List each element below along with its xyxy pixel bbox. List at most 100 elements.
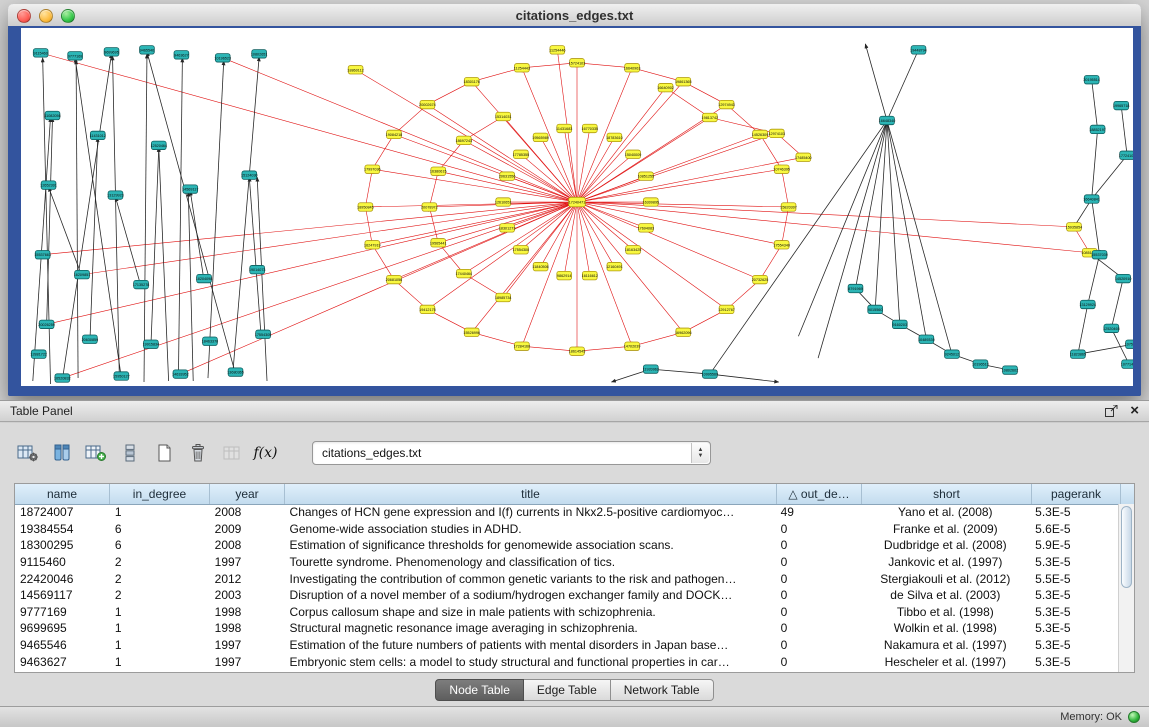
- graph-node[interactable]: 11082056: [44, 111, 60, 119]
- cell[interactable]: 5.3E-5: [1030, 588, 1119, 602]
- graph-node[interactable]: 17785355: [513, 150, 530, 158]
- table-row[interactable]: 1938455462009Genome-wide association stu…: [15, 521, 1119, 538]
- vertical-scrollbar[interactable]: [1118, 504, 1134, 672]
- graph-node[interactable]: 9699695: [104, 48, 119, 56]
- cell[interactable]: 0: [776, 621, 861, 635]
- close-panel-icon[interactable]: ×: [1130, 404, 1139, 418]
- graph-node[interactable]: 19965718: [1113, 101, 1130, 109]
- tab-network-table[interactable]: Network Table: [611, 679, 714, 701]
- graph-node[interactable]: 13129923: [107, 191, 124, 199]
- minimize-button[interactable]: [39, 9, 53, 23]
- graph-node[interactable]: 10746395: [773, 165, 790, 173]
- graph-node[interactable]: 18463370: [202, 337, 219, 345]
- cell[interactable]: 9115460: [15, 555, 110, 569]
- cell[interactable]: 22420046: [15, 572, 110, 586]
- new-table-icon[interactable]: [150, 440, 177, 467]
- graph-node[interactable]: 19861365: [675, 77, 692, 85]
- graph-node[interactable]: 20002674: [419, 100, 436, 108]
- cell[interactable]: 9777169: [15, 605, 110, 619]
- table-row[interactable]: 946554611997Estimation of the future num…: [15, 637, 1119, 654]
- cell[interactable]: 1997: [210, 638, 285, 652]
- close-button[interactable]: [17, 9, 31, 23]
- cell[interactable]: 0: [776, 638, 861, 652]
- cell[interactable]: 2009: [210, 522, 285, 536]
- graph-node[interactable]: 20195514: [1083, 75, 1100, 83]
- graph-node[interactable]: 11254443: [514, 64, 530, 72]
- graph-node[interactable]: 15040009: [625, 150, 642, 158]
- graph-node[interactable]: 13680365: [227, 368, 244, 376]
- delete-table-icon[interactable]: [184, 440, 211, 467]
- graph-node[interactable]: 19565989: [532, 133, 549, 141]
- graph-node[interactable]: 18301273: [499, 224, 516, 232]
- graph-node[interactable]: 16640902: [657, 83, 674, 91]
- table-row[interactable]: 911546021997Tourette syndrome. Phenomeno…: [15, 554, 1119, 571]
- graph-node[interactable]: 14633952: [172, 370, 189, 378]
- graph-node[interactable]: 17554305: [255, 330, 272, 338]
- cell[interactable]: Nakamura et al. (1997): [860, 638, 1030, 652]
- cell[interactable]: 0: [776, 538, 861, 552]
- graph-node[interactable]: 17694083: [638, 224, 655, 232]
- cell[interactable]: 1: [110, 655, 210, 669]
- graph-node[interactable]: 18614545: [569, 347, 586, 355]
- column-header-pagerank[interactable]: pagerank: [1032, 484, 1121, 504]
- graph-node[interactable]: 11431683: [556, 124, 572, 132]
- column-header-title[interactable]: title: [285, 484, 777, 504]
- graph-node[interactable]: 17724102: [1119, 151, 1133, 159]
- row-selector-icon[interactable]: [116, 440, 143, 467]
- graph-node[interactable]: 10995569: [702, 370, 719, 378]
- graph-node[interactable]: 12610651: [495, 198, 512, 206]
- graph-node[interactable]: 18204098: [196, 274, 213, 282]
- graph-node[interactable]: 10802651: [251, 50, 268, 58]
- cell[interactable]: 1997: [210, 655, 285, 669]
- cell[interactable]: 9465546: [15, 638, 110, 652]
- table-row[interactable]: 969969511998Structural magnetic resonanc…: [15, 620, 1119, 637]
- memory-status-icon[interactable]: [1128, 711, 1140, 723]
- cell[interactable]: Estimation of significance thresholds fo…: [285, 538, 776, 552]
- graph-node[interactable]: 9463627: [174, 51, 189, 59]
- cell[interactable]: Disruption of a novel member of a sodium…: [285, 588, 776, 602]
- cell[interactable]: Tourette syndrome. Phenomenology and cla…: [285, 555, 776, 569]
- graph-node[interactable]: 12652301: [40, 181, 57, 189]
- graph-node[interactable]: 16520832: [54, 374, 71, 382]
- cell[interactable]: 5.3E-5: [1030, 505, 1119, 519]
- cell[interactable]: 5.3E-5: [1030, 605, 1119, 619]
- graph-node[interactable]: 10802602: [1002, 366, 1019, 374]
- cell[interactable]: 5.3E-5: [1030, 638, 1119, 652]
- graph-node[interactable]: 19084218: [386, 130, 403, 138]
- graph-node[interactable]: 19412175: [419, 305, 436, 313]
- cell[interactable]: 5.6E-5: [1030, 522, 1119, 536]
- graph-node[interactable]: 10196513: [972, 360, 989, 368]
- graph-node[interactable]: 10489339: [918, 335, 935, 343]
- float-panel-icon[interactable]: [1105, 405, 1118, 417]
- graph-node[interactable]: 18950845: [357, 203, 374, 211]
- graph-node[interactable]: 12974943: [718, 100, 735, 108]
- cell[interactable]: Genome-wide association studies in ADHD.: [285, 522, 776, 536]
- cell[interactable]: 2003: [210, 588, 285, 602]
- graph-node[interactable]: 17440464: [456, 269, 473, 277]
- cell[interactable]: 1: [110, 621, 210, 635]
- cell[interactable]: Franke et al. (2009): [860, 522, 1030, 536]
- cell[interactable]: 1998: [210, 621, 285, 635]
- cell[interactable]: Jankovic et al. (1997): [860, 555, 1030, 569]
- cell[interactable]: 5.5E-5: [1030, 572, 1119, 586]
- cell[interactable]: 2: [110, 555, 210, 569]
- graph-node[interactable]: 16247919: [364, 241, 381, 249]
- graph-node[interactable]: 20630859: [82, 335, 99, 343]
- function-builder-icon[interactable]: f(x): [252, 440, 279, 467]
- graph-node[interactable]: 12160491: [606, 262, 623, 270]
- cell[interactable]: Yano et al. (2008): [860, 505, 1030, 519]
- cell[interactable]: 1: [110, 605, 210, 619]
- cell[interactable]: 0: [776, 555, 861, 569]
- graph-node[interactable]: 20078972: [421, 203, 438, 211]
- scrollbar-thumb[interactable]: [1121, 506, 1132, 588]
- graph-node[interactable]: 9245012: [945, 350, 960, 358]
- cell[interactable]: 2012: [210, 572, 285, 586]
- cell[interactable]: 19384554: [15, 522, 110, 536]
- graph-node[interactable]: 12912767: [718, 305, 735, 313]
- table-selector[interactable]: citations_edges.txt ▲▼: [312, 441, 711, 465]
- cell[interactable]: 2008: [210, 505, 285, 519]
- graph-node[interactable]: 14702039: [624, 342, 641, 350]
- graph-node[interactable]: 11823865: [1070, 350, 1086, 358]
- graph-node[interactable]: 18783610: [606, 133, 623, 141]
- cell[interactable]: Stergiakouli et al. (2012): [860, 572, 1030, 586]
